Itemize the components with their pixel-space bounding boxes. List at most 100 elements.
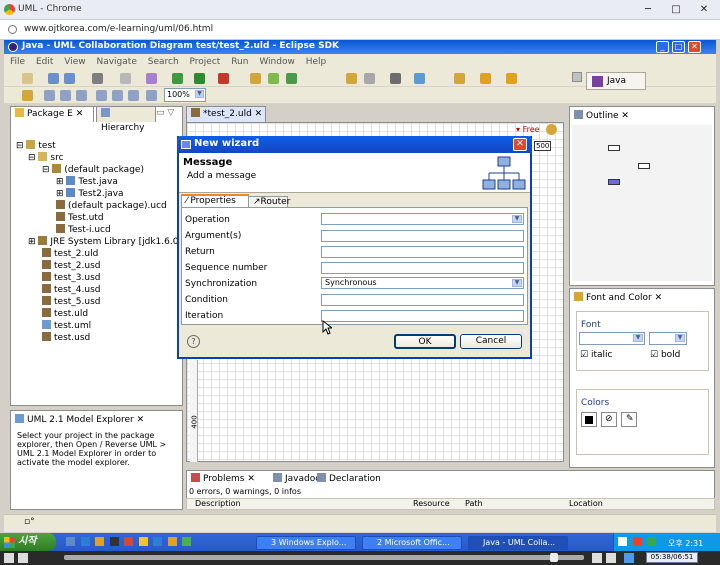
minimize-button[interactable]: ─ [634, 1, 662, 18]
tab-properties[interactable]: ⁄ Properties [181, 194, 249, 208]
ie-icon[interactable] [80, 537, 90, 546]
model-explorer-title[interactable]: UML 2.1 Model Explorer ✕ [15, 414, 144, 425]
tree-item[interactable]: (default package).ucd [56, 200, 167, 211]
tree-item[interactable]: ⊟ (default package) [42, 164, 144, 175]
tab-javadoc[interactable]: Javadoc [273, 473, 320, 484]
forward-icon[interactable] [506, 73, 517, 84]
align-bottom-icon[interactable] [128, 90, 139, 101]
save-icon[interactable] [48, 73, 59, 84]
font-color-title[interactable]: Font and Color ✕ [574, 292, 662, 303]
taskbar-item-active[interactable]: Java - UML Colla... [468, 536, 568, 550]
open-perspective-icon[interactable] [572, 72, 582, 82]
menu-help[interactable]: Help [306, 57, 327, 67]
font-size-select[interactable]: ▼ [649, 332, 687, 345]
taskbar-item[interactable]: 2 Microsoft Offic... [362, 536, 462, 550]
column-resource[interactable]: Resource [413, 499, 450, 508]
palette-free[interactable]: ▾ Free [516, 125, 540, 134]
tree-item[interactable]: test.uml [42, 320, 91, 331]
java-perspective-button[interactable]: Java [586, 72, 646, 90]
debug-icon[interactable] [172, 73, 183, 84]
tray-icon[interactable] [647, 537, 657, 546]
eclipse-minimize-button[interactable]: _ [656, 41, 669, 53]
palette-gear-icon[interactable] [546, 124, 557, 135]
tray-icon[interactable] [618, 537, 627, 546]
menu-navigate[interactable]: Navigate [96, 57, 136, 67]
search-icon[interactable] [364, 73, 375, 84]
align-top-icon[interactable] [96, 90, 107, 101]
new-icon[interactable] [22, 73, 33, 84]
tree-item[interactable]: test_5.usd [42, 296, 100, 307]
column-path[interactable]: Path [465, 499, 483, 508]
match-size-icon[interactable] [146, 90, 157, 101]
tray-icon[interactable] [632, 537, 642, 546]
annotation-icon[interactable] [414, 73, 425, 84]
tree-item[interactable]: test_2.usd [42, 260, 100, 271]
tree-item[interactable]: Test-i.ucd [56, 224, 111, 235]
menu-file[interactable]: File [10, 57, 25, 67]
eclipse-close-button[interactable]: ✕ [688, 41, 701, 53]
font-family-select[interactable]: ▼ [579, 332, 645, 345]
synchronization-select[interactable]: Synchronous ▼ [321, 277, 524, 289]
tree-item[interactable]: test.usd [42, 332, 90, 343]
menu-edit[interactable]: Edit [36, 57, 53, 67]
new-java-project-icon[interactable] [250, 73, 261, 84]
undo-icon[interactable] [22, 90, 33, 101]
new-class-icon[interactable] [286, 73, 297, 84]
align-left-icon[interactable] [44, 90, 55, 101]
open-type-icon[interactable] [346, 73, 357, 84]
menu-project[interactable]: Project [190, 57, 221, 67]
tree-item[interactable]: ⊞ JRE System Library [jdk1.6.0] [28, 236, 182, 247]
outline-title[interactable]: Outline ✕ [574, 110, 629, 121]
explorer-icon[interactable] [95, 537, 105, 546]
tree-item[interactable]: Test.utd [56, 212, 104, 223]
app-icon[interactable] [124, 537, 134, 546]
help-icon[interactable]: ? [187, 335, 200, 348]
back-icon[interactable] [480, 73, 491, 84]
outline-preview[interactable] [572, 125, 712, 281]
bold-checkbox[interactable]: ☑ bold [650, 350, 680, 360]
app-icon[interactable] [138, 537, 148, 546]
copy-icon[interactable] [146, 73, 157, 84]
tree-item[interactable]: test.uld [42, 308, 88, 319]
folder-icon[interactable] [167, 537, 177, 546]
tab-package-explorer[interactable]: Package E ✕ [10, 106, 94, 122]
maximize-button[interactable]: □ [662, 1, 690, 18]
tree-item[interactable]: test_4.usd [42, 284, 100, 295]
align-center-icon[interactable] [60, 90, 71, 101]
align-middle-icon[interactable] [112, 90, 123, 101]
external-tools-icon[interactable] [218, 73, 229, 84]
tree-item[interactable]: ⊟ src [28, 152, 64, 163]
dialog-close-button[interactable]: ✕ [513, 138, 527, 151]
tree-item[interactable]: test_3.usd [42, 272, 100, 283]
zoom-select[interactable]: 100% ▼ [164, 88, 206, 102]
line-color-button[interactable]: ✎ [621, 412, 637, 427]
seek-bar[interactable] [64, 555, 584, 560]
close-button[interactable]: ✕ [690, 1, 718, 18]
seek-handle[interactable] [550, 553, 558, 562]
tab-hierarchy[interactable]: Hierarchy [96, 106, 156, 133]
tab-problems[interactable]: Problems ✕ [191, 473, 255, 484]
tab-editor[interactable]: *test_2.uld ✕ [186, 106, 266, 122]
tree-item[interactable]: test_2.uld [42, 248, 98, 259]
tree-item[interactable]: ⊟ test [16, 140, 56, 151]
app-icon[interactable] [153, 537, 163, 546]
address-bar[interactable]: www.ojtkorea.com/e-learning/uml/06.html [0, 20, 720, 40]
page-info-icon[interactable] [8, 25, 17, 34]
menu-search[interactable]: Search [148, 57, 179, 67]
ok-button[interactable]: OK [394, 334, 456, 349]
arguments-field[interactable] [321, 230, 524, 242]
font-color-button[interactable] [581, 412, 597, 427]
last-edit-icon[interactable] [454, 73, 465, 84]
eclipse-maximize-button[interactable]: □ [672, 41, 685, 53]
tree-item[interactable]: ⊞ Test2.java [56, 188, 124, 199]
toggle-icon[interactable] [390, 73, 401, 84]
condition-field[interactable] [321, 294, 524, 306]
url-text[interactable]: www.ojtkorea.com/e-learning/uml/06.html [24, 24, 213, 34]
rewind-icon[interactable] [592, 553, 602, 563]
iteration-field[interactable] [321, 310, 524, 322]
tree-item[interactable]: ⊞ Test.java [56, 176, 118, 187]
menu-run[interactable]: Run [231, 57, 248, 67]
italic-checkbox[interactable]: ☑ italic [580, 350, 612, 360]
cut-icon[interactable] [120, 73, 131, 84]
cmd-icon[interactable] [109, 537, 119, 546]
